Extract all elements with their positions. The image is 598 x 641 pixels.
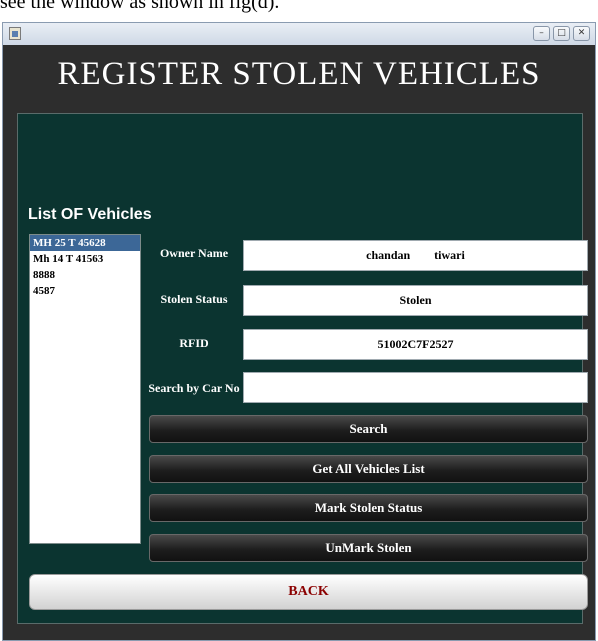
stolen-status-field[interactable]: Stolen xyxy=(243,285,588,316)
owner-name-value: chandan tiwari xyxy=(366,248,465,262)
get-all-vehicles-button[interactable]: Get All Vehicles List xyxy=(149,455,588,483)
list-item[interactable]: 4587 xyxy=(30,283,140,299)
stolen-status-label: Stolen Status xyxy=(160,292,228,306)
document-caption: see the window as shown in fig(d). xyxy=(0,0,280,13)
owner-name-field[interactable]: chandan tiwari xyxy=(243,240,588,271)
maximize-icon[interactable]: □ xyxy=(553,26,570,41)
list-item[interactable]: 8888 xyxy=(30,267,140,283)
rfid-value: 51002C7F2527 xyxy=(377,337,454,351)
stolen-status-value: Stolen xyxy=(399,293,432,307)
search-car-no-field[interactable] xyxy=(243,372,588,403)
main-panel: List OF Vehicles MH 25 T 45628 Mh 14 T 4… xyxy=(17,113,588,624)
list-item[interactable]: Mh 14 T 41563 xyxy=(30,251,140,267)
rfid-field[interactable]: 51002C7F2527 xyxy=(243,329,588,360)
list-item[interactable]: MH 25 T 45628 xyxy=(30,235,140,251)
search-car-no-input[interactable] xyxy=(244,373,587,402)
page-title: REGISTER STOLEN VEHICLES xyxy=(57,56,541,92)
mark-stolen-button[interactable]: Mark Stolen Status xyxy=(149,494,588,522)
close-icon[interactable]: ✕ xyxy=(573,26,590,41)
page-header: REGISTER STOLEN VEHICLES xyxy=(3,45,595,113)
rfid-label: RFID xyxy=(179,336,209,350)
back-button[interactable]: BACK xyxy=(29,574,588,610)
search-car-no-label: Search by Car No xyxy=(148,381,240,395)
minimize-icon[interactable]: – xyxy=(533,26,550,41)
vehicle-list[interactable]: MH 25 T 45628 Mh 14 T 41563 8888 4587 xyxy=(29,234,141,544)
app-window: – □ ✕ REGISTER STOLEN VEHICLES List OF V… xyxy=(2,22,596,641)
java-app-icon xyxy=(9,27,21,40)
window-titlebar[interactable]: – □ ✕ xyxy=(3,23,595,46)
search-button[interactable]: Search xyxy=(149,415,588,443)
vehicle-list-title: List OF Vehicles xyxy=(28,206,152,223)
owner-name-label: Owner Name xyxy=(159,246,229,260)
unmark-stolen-button[interactable]: UnMark Stolen xyxy=(149,534,588,562)
